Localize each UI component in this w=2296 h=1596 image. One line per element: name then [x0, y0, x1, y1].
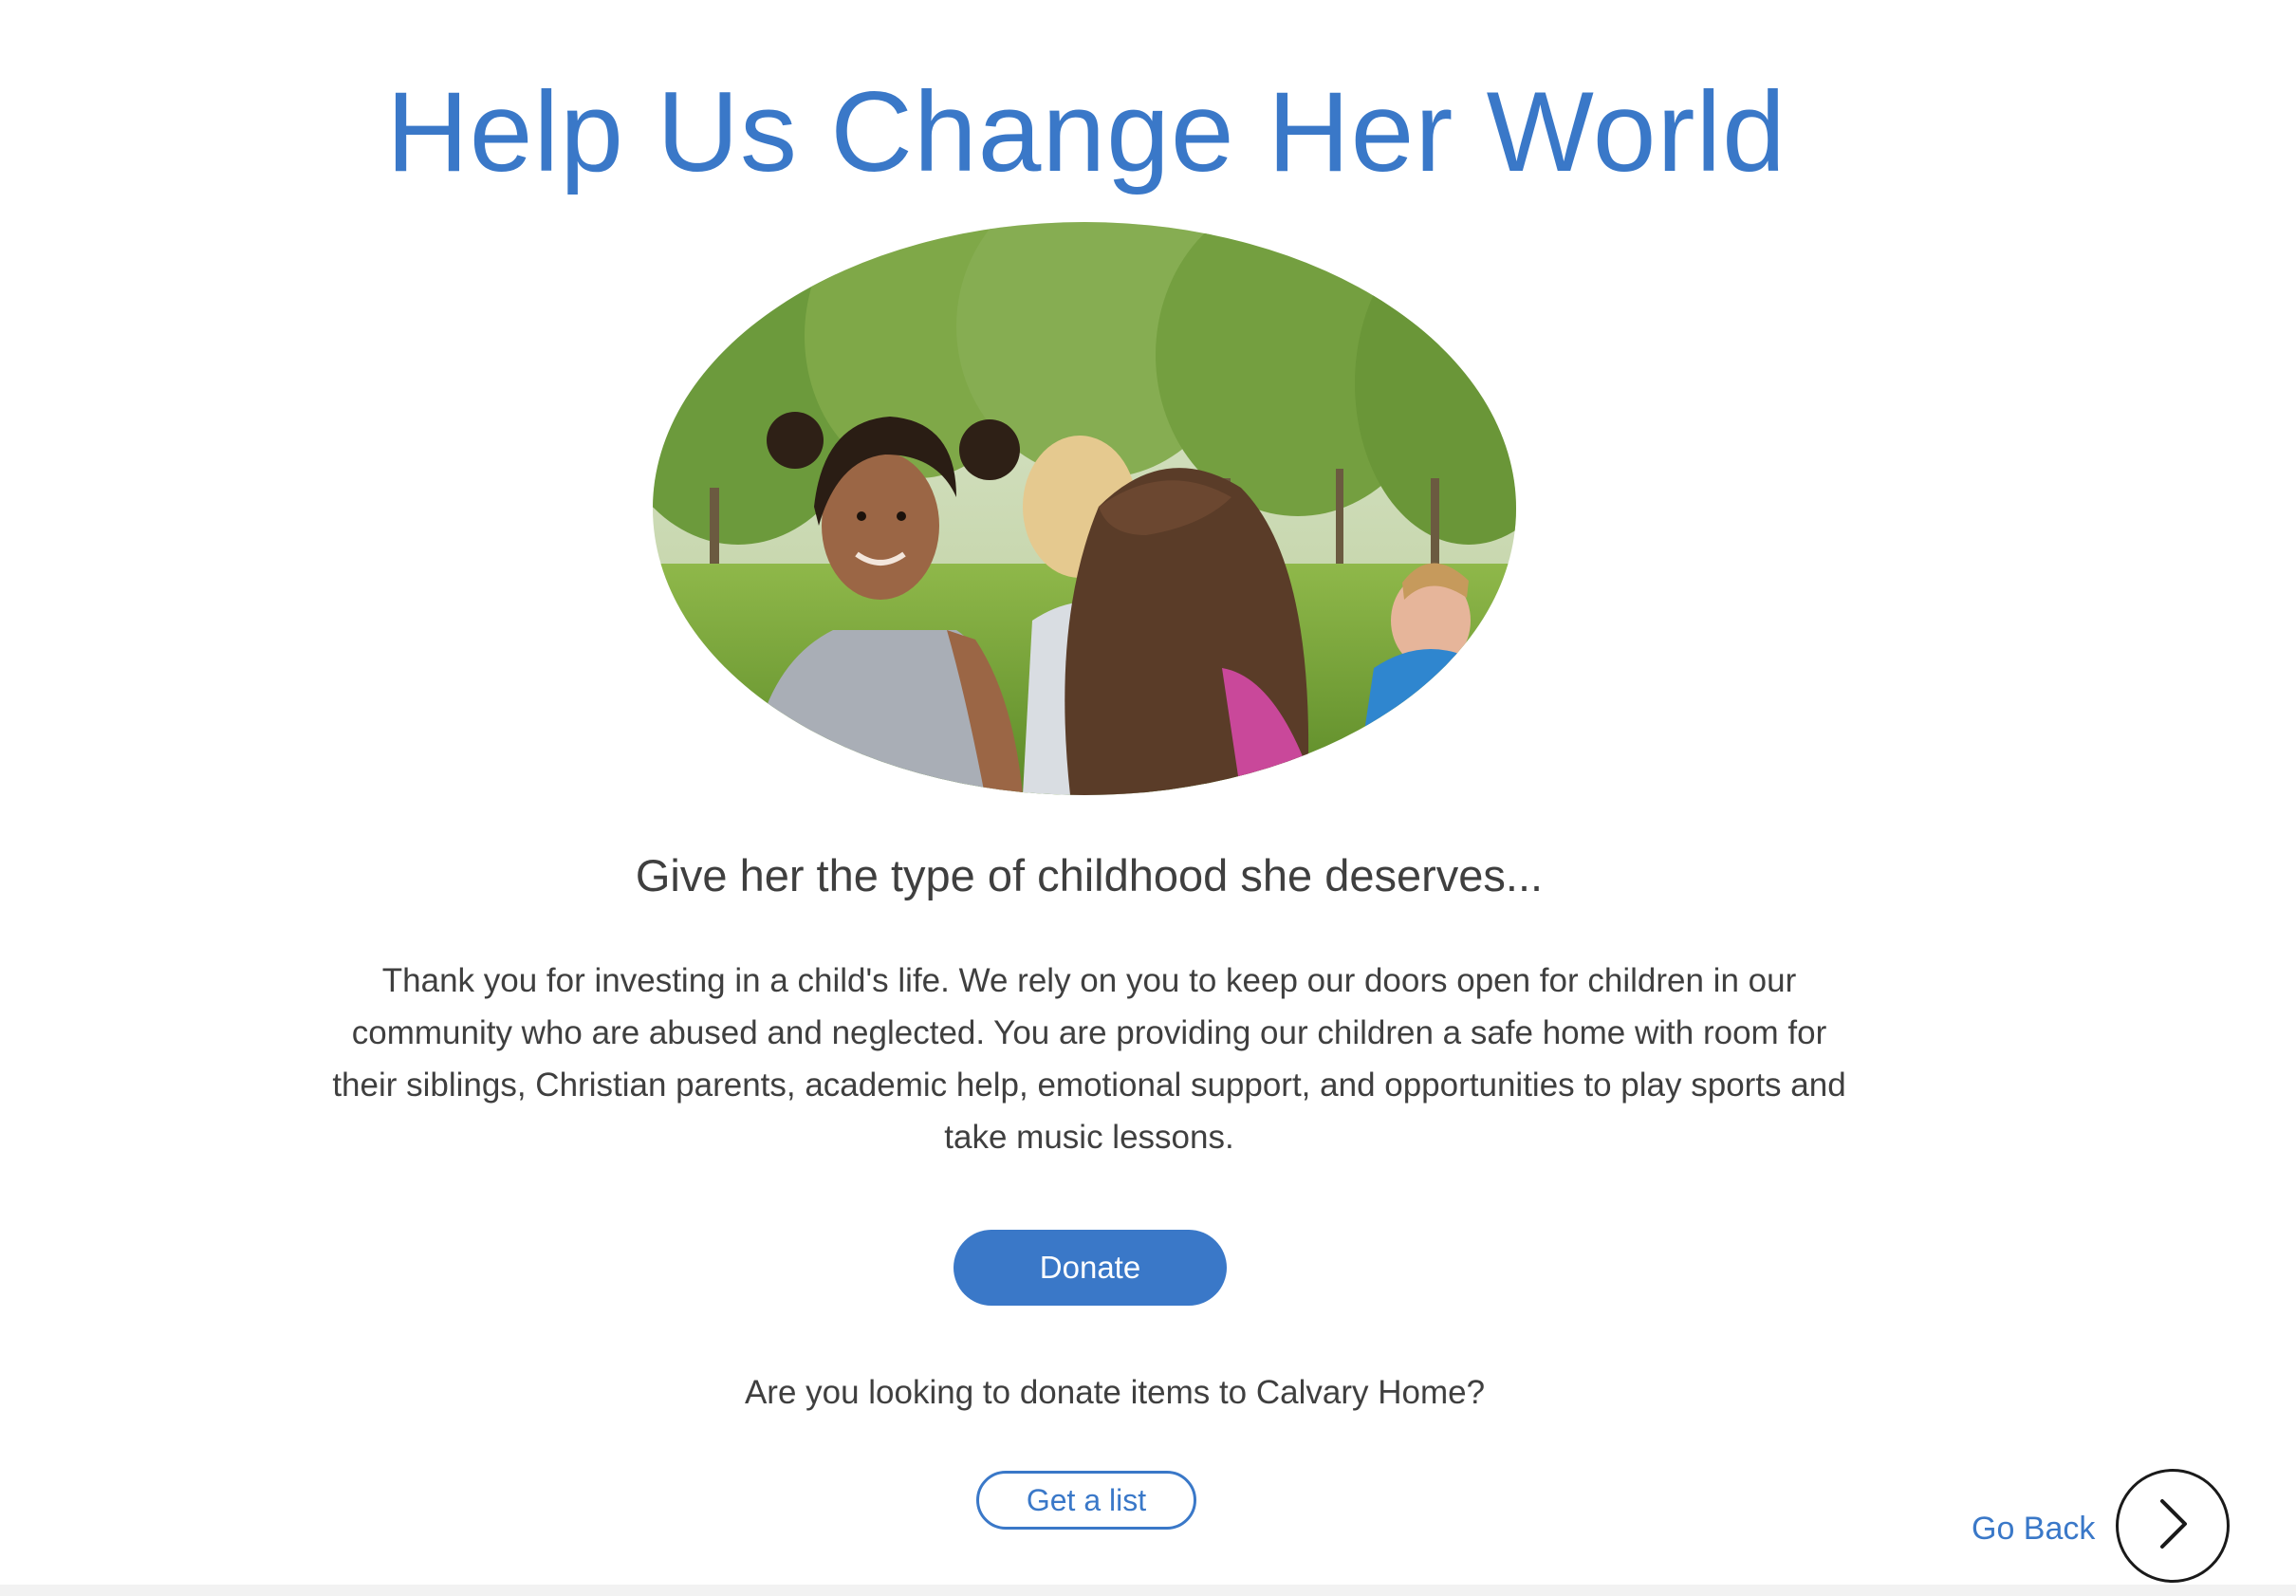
children-photo	[653, 222, 1516, 795]
page-subtitle: Give her the type of childhood she deser…	[635, 850, 1544, 900]
donate-page: Help Us Change Her World Give her the ty…	[0, 0, 2296, 1596]
body-paragraph: Thank you for investing in a child's lif…	[332, 962, 1846, 1156]
get-a-list-button[interactable]: Get a list	[976, 1471, 1196, 1530]
chevron-right-icon	[2149, 1495, 2196, 1557]
page-title: Help Us Change Her World	[386, 68, 1787, 195]
go-back-link[interactable]: Go Back	[1972, 1511, 2095, 1548]
page-bottom-edge	[0, 1585, 2296, 1596]
donate-button[interactable]: Donate	[954, 1230, 1227, 1306]
donate-items-question: Are you looking to donate items to Calva…	[744, 1374, 1486, 1411]
go-back-button[interactable]	[2116, 1469, 2230, 1583]
